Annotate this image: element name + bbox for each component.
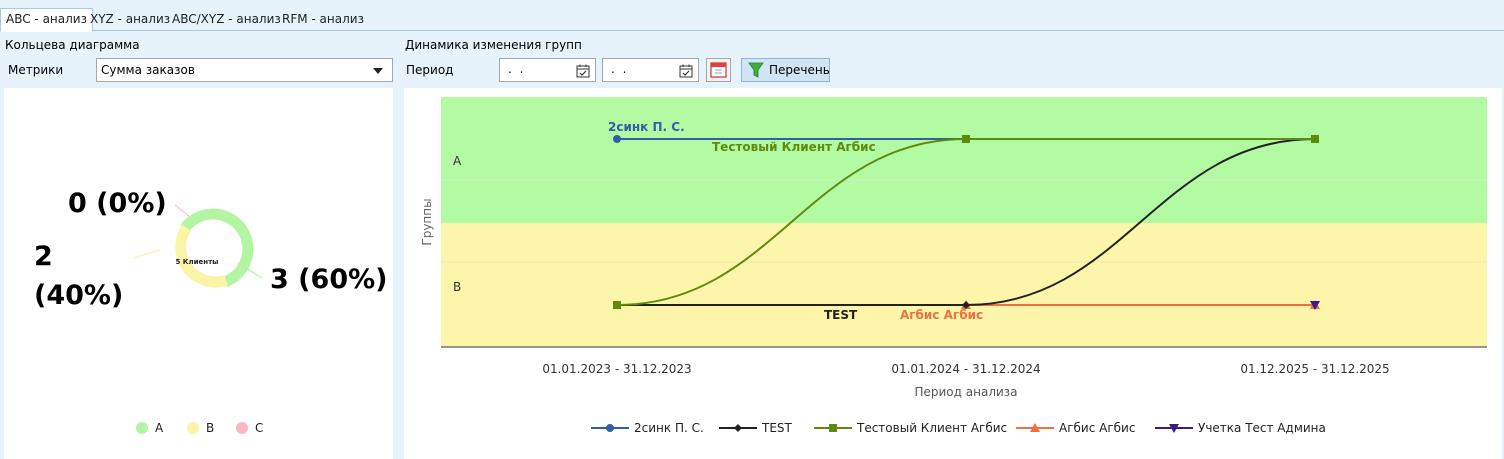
- data-label-test: TEST: [824, 308, 858, 322]
- y-axis-label: Группы: [420, 198, 434, 245]
- series-point: [613, 135, 621, 143]
- legend-label: Учетка Тест Админа: [1198, 421, 1326, 435]
- y-tick-a: A: [453, 154, 462, 168]
- legend-marker: [829, 424, 837, 432]
- legend-label: 2синк П. С.: [634, 421, 704, 435]
- data-label-2sink: 2синк П. С.: [608, 120, 685, 134]
- line-chart-legend: 2синк П. С. TEST Тестовый Клиент Агбис Агби…: [591, 421, 1326, 435]
- series-point: [1311, 135, 1319, 143]
- legend-label: TEST: [761, 421, 793, 435]
- legend-label: Агбис Агбис: [1059, 421, 1135, 435]
- series-point: [613, 301, 621, 309]
- x-axis-label: Период анализа: [914, 385, 1017, 399]
- series-point: [962, 135, 970, 143]
- data-label-test-client: Тестовый Клиент Агбис: [712, 140, 876, 154]
- legend-label: Тестовый Клиент Агбис: [856, 421, 1007, 435]
- x-tick-label: 01.01.2023 - 31.12.2023: [542, 362, 691, 376]
- y-tick-b: B: [453, 280, 461, 294]
- x-tick-label: 01.12.2025 - 31.12.2025: [1240, 362, 1389, 376]
- x-tick-label: 01.01.2024 - 31.12.2024: [891, 362, 1040, 376]
- legend-marker: [606, 424, 614, 432]
- data-label-agbis: Агбис Агбис: [900, 308, 983, 322]
- legend-marker: [734, 424, 742, 432]
- band-b: [441, 223, 1487, 347]
- line-chart: A B Группы 01.01.2023 - 31.12.2023 01.01…: [420, 97, 1487, 435]
- band-a: [441, 97, 1487, 223]
